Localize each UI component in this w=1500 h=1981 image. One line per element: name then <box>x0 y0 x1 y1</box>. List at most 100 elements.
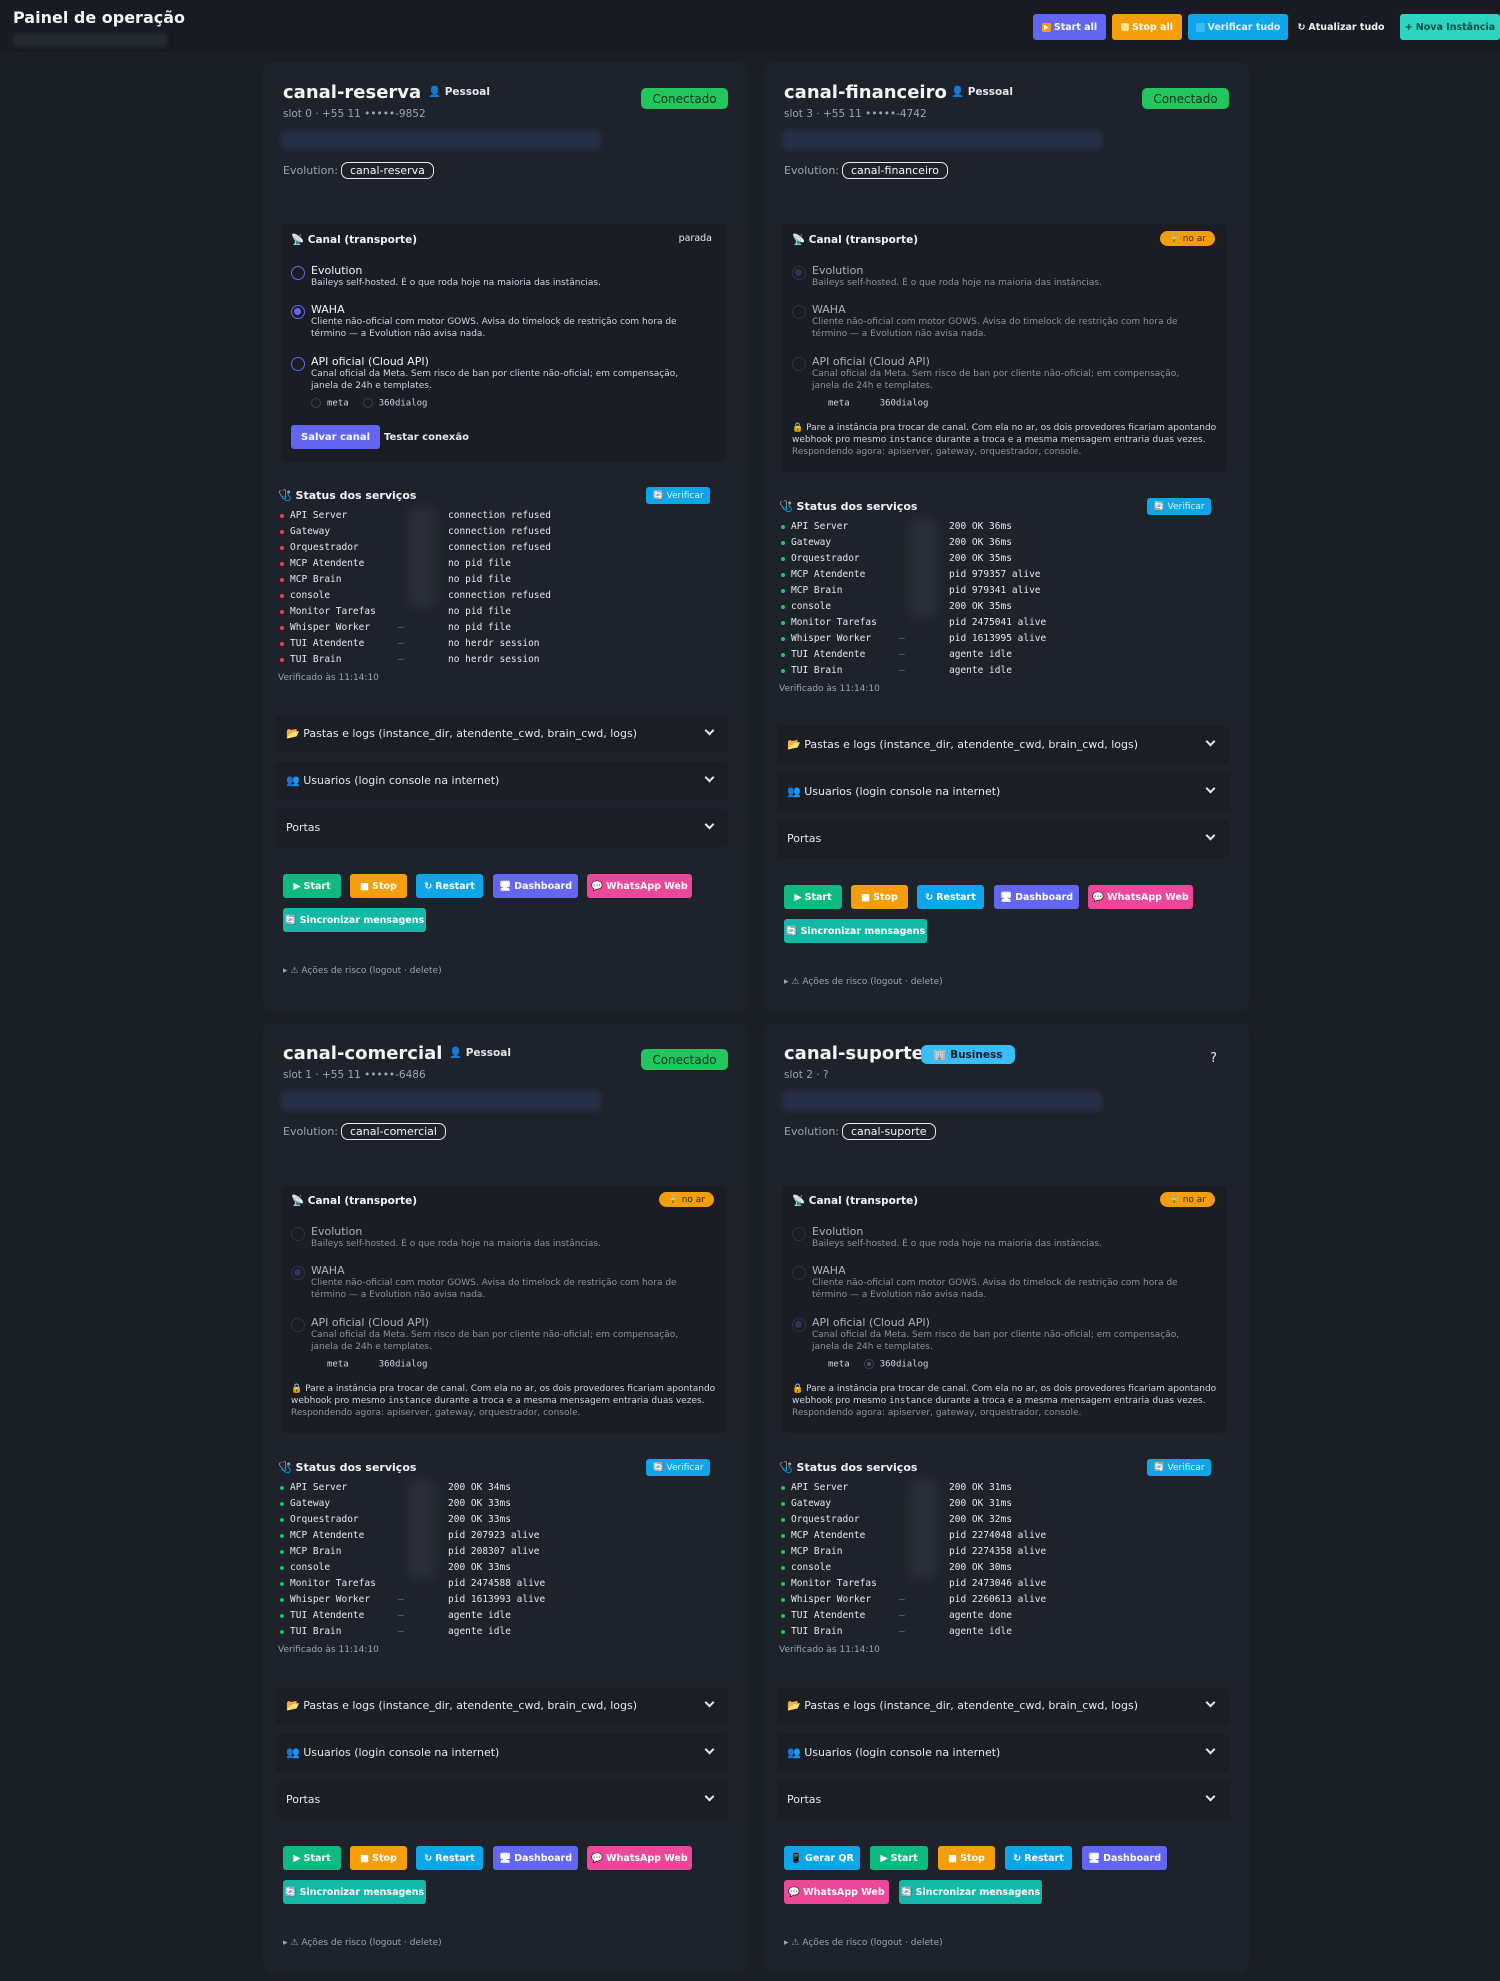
instance-name: canal-comercial <box>283 1043 443 1064</box>
status-badge: Conectado <box>641 88 728 109</box>
service-row: MCP Atendente no pid file <box>278 557 718 572</box>
provider-360dialog[interactable]: 360dialog <box>362 398 427 409</box>
pastas-collapsible[interactable]: 📂 Pastas e logs (instance_dir, atendente… <box>276 715 728 753</box>
portas-collapsible[interactable]: Portas <box>777 820 1229 858</box>
start-button[interactable]: ▶ Start <box>784 885 842 909</box>
radio-waha[interactable] <box>792 1266 806 1280</box>
sincronizar-button[interactable]: 🔄 Sincronizar mensagens <box>899 1880 1042 1904</box>
restart-button[interactable]: ↻ Restart <box>416 1846 483 1870</box>
pastas-collapsible[interactable]: 📂 Pastas e logs (instance_dir, atendente… <box>777 726 1229 764</box>
usuarios-collapsible[interactable]: 👥 Usuarios (login console na internet) <box>777 773 1229 811</box>
radio-evolution[interactable] <box>291 266 305 280</box>
restart-button[interactable]: ↻ Restart <box>416 874 483 898</box>
service-row: TUI Brain — no herdr session <box>278 653 718 668</box>
sync-icon: 🔄 <box>284 914 297 926</box>
radio-api[interactable] <box>291 357 305 371</box>
verificar-button[interactable]: 🔄 Verificar <box>646 487 710 504</box>
restart-button[interactable]: ↻ Restart <box>917 885 984 909</box>
testar-conexao-button[interactable]: Testar conexão <box>384 425 469 449</box>
stop-button[interactable]: ■ Stop <box>350 1846 407 1870</box>
radio-evolution[interactable] <box>792 1227 806 1241</box>
dashboard-button[interactable]: 🖥 Dashboard <box>994 885 1079 909</box>
salvar-canal-button[interactable]: Salvar canal <box>291 425 381 449</box>
usuarios-collapsible[interactable]: 👥 Usuarios (login console na internet) <box>276 762 728 800</box>
sincronizar-button[interactable]: 🔄 Sincronizar mensagens <box>784 919 927 943</box>
service-row: Whisper Worker — pid 1613995 alive <box>779 632 1219 647</box>
start-all-button[interactable]: ▶ Start all <box>1033 14 1106 40</box>
start-button[interactable]: ▶ Start <box>870 1846 928 1870</box>
usuarios-collapsible[interactable]: 👥 Usuarios (login console na internet) <box>777 1734 1229 1772</box>
stop-button[interactable]: ■ Stop <box>350 874 407 898</box>
stop-button[interactable]: ■ Stop <box>851 885 908 909</box>
redacted-info <box>281 130 601 150</box>
dashboard-button[interactable]: 🖥 Dashboard <box>1082 1846 1167 1870</box>
stop-button[interactable]: ■ Stop <box>938 1846 995 1870</box>
service-row: TUI Atendente — no herdr session <box>278 637 718 652</box>
channel-section: 📡 Canal (transporte) parada Evolution Ba… <box>281 224 726 462</box>
chat-icon: 💬 <box>591 880 604 892</box>
pastas-collapsible[interactable]: 📂 Pastas e logs (instance_dir, atendente… <box>777 1687 1229 1725</box>
provider-meta[interactable]: meta <box>311 1359 349 1370</box>
service-row: MCP Atendente pid 207923 alive <box>278 1529 718 1544</box>
service-row: console connection refused <box>278 589 718 604</box>
atualizar-tudo-button[interactable]: ↻ Atualizar tudo <box>1297 14 1384 40</box>
portas-collapsible[interactable]: Portas <box>777 1781 1229 1819</box>
radio-waha[interactable] <box>291 1266 305 1280</box>
service-row: API Server connection refused <box>278 509 718 524</box>
verificar-tudo-button[interactable]: Verificar tudo <box>1188 14 1288 40</box>
chat-icon: 💬 <box>788 1886 801 1898</box>
evolution-row: Evolution: canal-comercial <box>283 1123 446 1140</box>
risk-actions-toggle[interactable]: ▸ ⚠ Ações de risco (logout · delete) <box>784 977 943 987</box>
radio-evolution[interactable] <box>792 266 806 280</box>
provider-360dialog[interactable]: 360dialog <box>363 1359 428 1370</box>
folder-icon: 📂 <box>787 1699 801 1712</box>
verificar-button[interactable]: 🔄 Verificar <box>1147 1459 1211 1476</box>
radio-api[interactable] <box>792 1318 806 1332</box>
redacted-subtitle <box>13 33 168 47</box>
radio-api[interactable] <box>291 1318 305 1332</box>
radio-evolution[interactable] <box>291 1227 305 1241</box>
warning-icon: ⚠ <box>791 1938 800 1948</box>
nova-instancia-button[interactable]: + Nova Instância <box>1400 14 1500 40</box>
provider-360dialog[interactable]: 360dialog <box>864 398 929 409</box>
provider-meta[interactable]: meta <box>812 1359 850 1370</box>
gerar-qr-button[interactable]: 📱 Gerar QR <box>784 1846 860 1870</box>
portas-collapsible[interactable]: Portas <box>276 809 728 847</box>
risk-actions-toggle[interactable]: ▸ ⚠ Ações de risco (logout · delete) <box>784 1938 943 1948</box>
whatsapp-web-button[interactable]: 💬 WhatsApp Web <box>784 1880 889 1904</box>
stop-all-button[interactable]: Stop all <box>1112 14 1182 40</box>
radio-waha[interactable] <box>792 305 806 319</box>
chat-icon: 💬 <box>591 1852 604 1864</box>
verificar-button[interactable]: 🔄 Verificar <box>646 1459 710 1476</box>
usuarios-collapsible[interactable]: 👥 Usuarios (login console na internet) <box>276 1734 728 1772</box>
provider-meta[interactable]: meta <box>812 398 850 409</box>
lock-icon: 🔒 <box>792 423 804 433</box>
instance-card: canal-comercial 👤 Pessoal Conectado slot… <box>263 1023 748 1973</box>
monitor-icon: 🖥 <box>1088 1852 1101 1864</box>
start-button[interactable]: ▶ Start <box>283 874 341 898</box>
provider-360dialog[interactable]: 360dialog <box>863 1359 928 1370</box>
radio-api[interactable] <box>792 357 806 371</box>
whatsapp-web-button[interactable]: 💬 WhatsApp Web <box>587 1846 692 1870</box>
play-icon: ▶ <box>880 1852 888 1864</box>
stop-icon <box>1121 23 1130 31</box>
restart-button[interactable]: ↻ Restart <box>1005 1846 1072 1870</box>
status-badge: Conectado <box>641 1049 728 1070</box>
whatsapp-web-button[interactable]: 💬 WhatsApp Web <box>1088 885 1193 909</box>
risk-actions-toggle[interactable]: ▸ ⚠ Ações de risco (logout · delete) <box>283 966 442 976</box>
instance-type: 👤 Pessoal <box>428 86 490 98</box>
dashboard-button[interactable]: 🖥 Dashboard <box>493 874 578 898</box>
satellite-icon: 📡 <box>291 1195 305 1207</box>
dashboard-button[interactable]: 🖥 Dashboard <box>493 1846 578 1870</box>
radio-waha[interactable] <box>291 305 305 319</box>
sincronizar-button[interactable]: 🔄 Sincronizar mensagens <box>283 908 426 932</box>
service-row: MCP Brain pid 208307 alive <box>278 1545 718 1560</box>
pastas-collapsible[interactable]: 📂 Pastas e logs (instance_dir, atendente… <box>276 1687 728 1725</box>
sincronizar-button[interactable]: 🔄 Sincronizar mensagens <box>283 1880 426 1904</box>
provider-meta[interactable]: meta <box>311 398 349 409</box>
risk-actions-toggle[interactable]: ▸ ⚠ Ações de risco (logout · delete) <box>283 1938 442 1948</box>
verificar-button[interactable]: 🔄 Verificar <box>1147 498 1211 515</box>
portas-collapsible[interactable]: Portas <box>276 1781 728 1819</box>
whatsapp-web-button[interactable]: 💬 WhatsApp Web <box>587 874 692 898</box>
start-button[interactable]: ▶ Start <box>283 1846 341 1870</box>
